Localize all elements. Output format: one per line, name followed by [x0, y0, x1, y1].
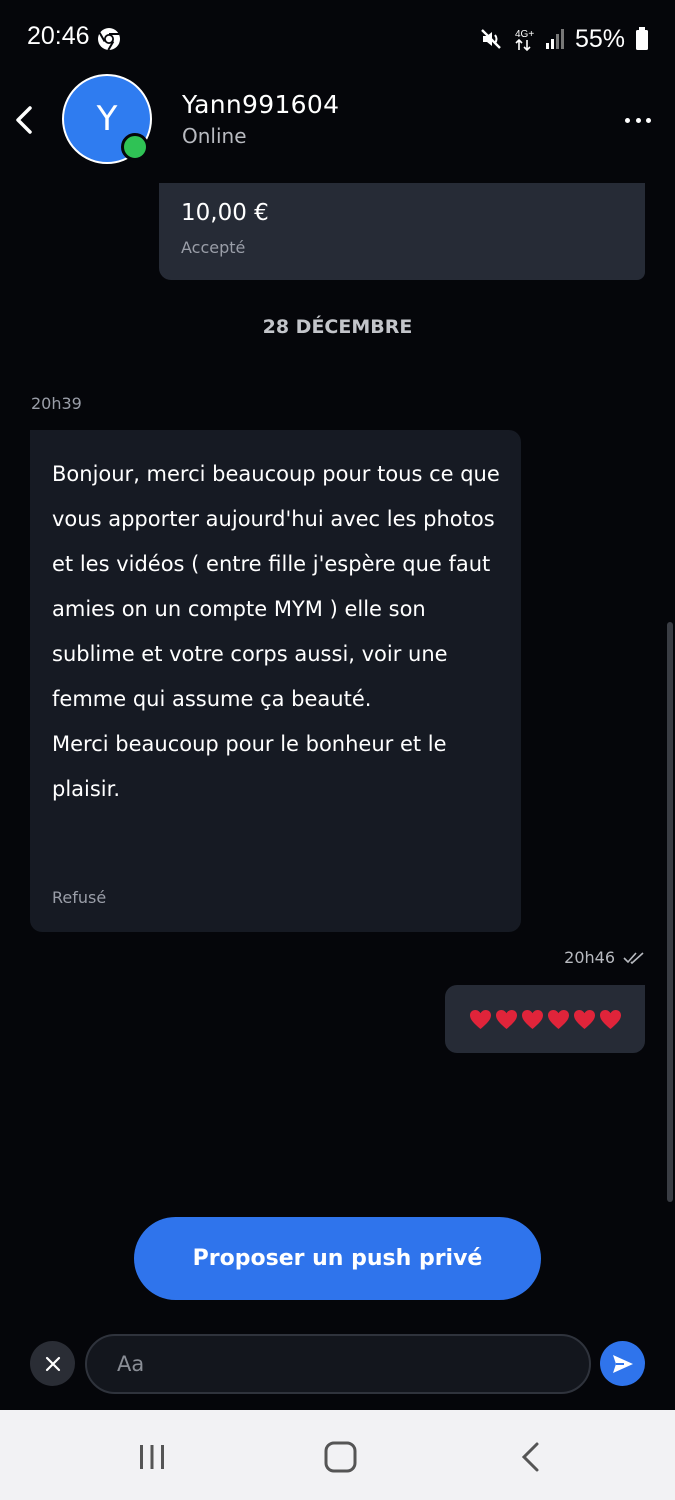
battery-icon — [636, 27, 648, 50]
heart-icon — [573, 1009, 595, 1029]
heart-icon — [469, 1009, 491, 1029]
outgoing-timestamp: 20h46 — [564, 948, 615, 967]
nav-back-icon[interactable] — [518, 1441, 542, 1473]
send-icon[interactable] — [600, 1341, 645, 1386]
network-label: 4G+ — [515, 29, 534, 40]
outgoing-timestamp-row: 20h46 — [564, 948, 645, 967]
online-indicator — [121, 133, 149, 161]
message-input[interactable] — [85, 1334, 591, 1394]
outgoing-message[interactable] — [445, 985, 645, 1053]
scrollbar[interactable] — [667, 622, 673, 1202]
status-bar: 20:46 4G+ 55% — [0, 0, 675, 78]
back-arrow-icon[interactable] — [8, 100, 40, 140]
contact-status: Online — [182, 124, 247, 148]
contact-name[interactable]: Yann991604 — [182, 90, 339, 119]
payment-message[interactable]: 10,00 € Accepté — [159, 183, 645, 280]
heart-icon — [547, 1009, 569, 1029]
date-divider: 28 DÉCEMBRE — [262, 316, 413, 338]
home-icon[interactable] — [324, 1441, 357, 1473]
signal-icon — [545, 29, 564, 49]
system-nav-bar — [0, 1410, 675, 1500]
recents-icon[interactable] — [137, 1443, 167, 1471]
payment-status: Accepté — [181, 238, 246, 257]
propose-push-button[interactable]: Proposer un push privé — [134, 1217, 541, 1300]
double-check-icon — [623, 951, 644, 964]
network-type-icon: 4G+ — [515, 29, 534, 52]
close-icon[interactable] — [30, 1341, 75, 1386]
heart-icon — [521, 1009, 543, 1029]
chat-header: Y Yann991604 Online — [0, 70, 675, 170]
incoming-message[interactable]: Bonjour, merci beaucoup pour tous ce que… — [30, 430, 521, 932]
battery-percent: 55% — [574, 24, 625, 53]
incoming-message-status: Refusé — [52, 888, 107, 907]
status-indicators: 4G+ 55% — [479, 22, 649, 56]
more-icon[interactable] — [625, 108, 651, 132]
incoming-message-text: Bonjour, merci beaucoup pour tous ce que… — [52, 462, 500, 801]
status-time: 20:46 — [27, 22, 90, 50]
mute-icon — [481, 29, 501, 49]
heart-icon — [599, 1009, 621, 1029]
chrome-icon — [98, 28, 120, 51]
avatar-initial: Y — [96, 99, 118, 139]
incoming-timestamp: 20h39 — [31, 394, 82, 413]
heart-icon — [495, 1009, 517, 1029]
payment-amount: 10,00 € — [181, 200, 269, 226]
